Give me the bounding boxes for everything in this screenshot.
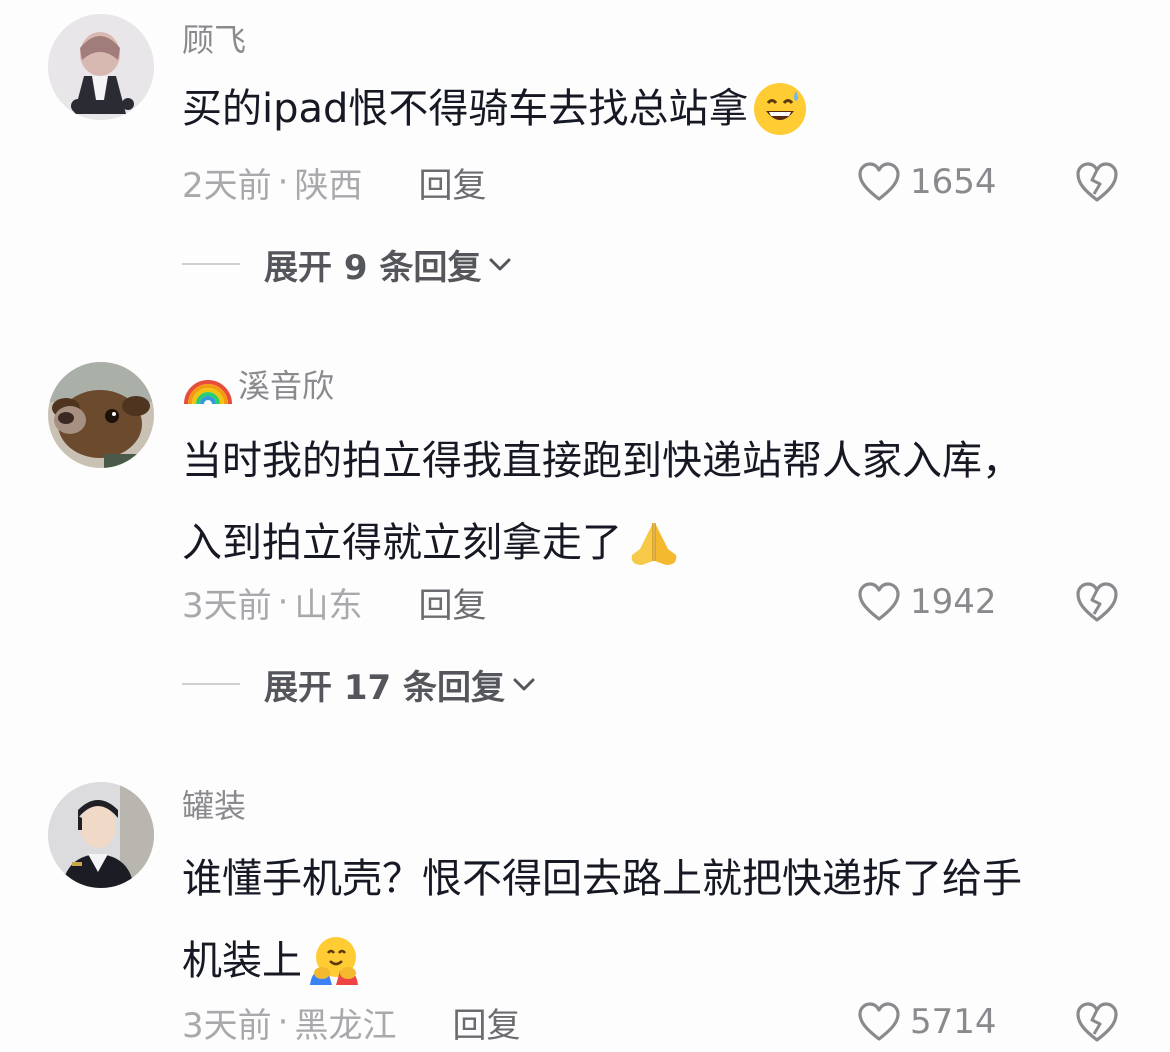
avatar-uniform-portrait-image	[48, 782, 154, 888]
comment-text: 谁懂手机壳？恨不得回去路上就把快递拆了给手 机装上	[182, 844, 1122, 996]
like-count: 5714	[910, 1002, 997, 1042]
comment-text-line: 谁懂手机壳？恨不得回去路上就把快递拆了给手	[182, 856, 1022, 902]
username[interactable]: 罐装	[182, 786, 246, 826]
comment-text-line: 机装上	[182, 938, 302, 984]
comment-meta: 3天前 · 黑龙江 回复	[182, 998, 520, 1047]
comment-location: 黑龙江	[294, 1005, 397, 1046]
broken-heart-icon[interactable]	[1074, 1000, 1120, 1044]
comment-item: 罐装 谁懂手机壳？恨不得回去路上就把快递拆了给手 机装上 3天前 · 黑龙江 回…	[0, 0, 1170, 1052]
avatar[interactable]	[48, 782, 154, 888]
comment-time: 3天前	[182, 1005, 272, 1046]
reply-button[interactable]: 回复	[452, 998, 520, 1047]
meta-separator: ·	[277, 1002, 289, 1042]
hugging-face-emoji	[310, 937, 358, 985]
like-button[interactable]: 5714	[856, 1000, 997, 1044]
heart-icon	[858, 1002, 900, 1041]
